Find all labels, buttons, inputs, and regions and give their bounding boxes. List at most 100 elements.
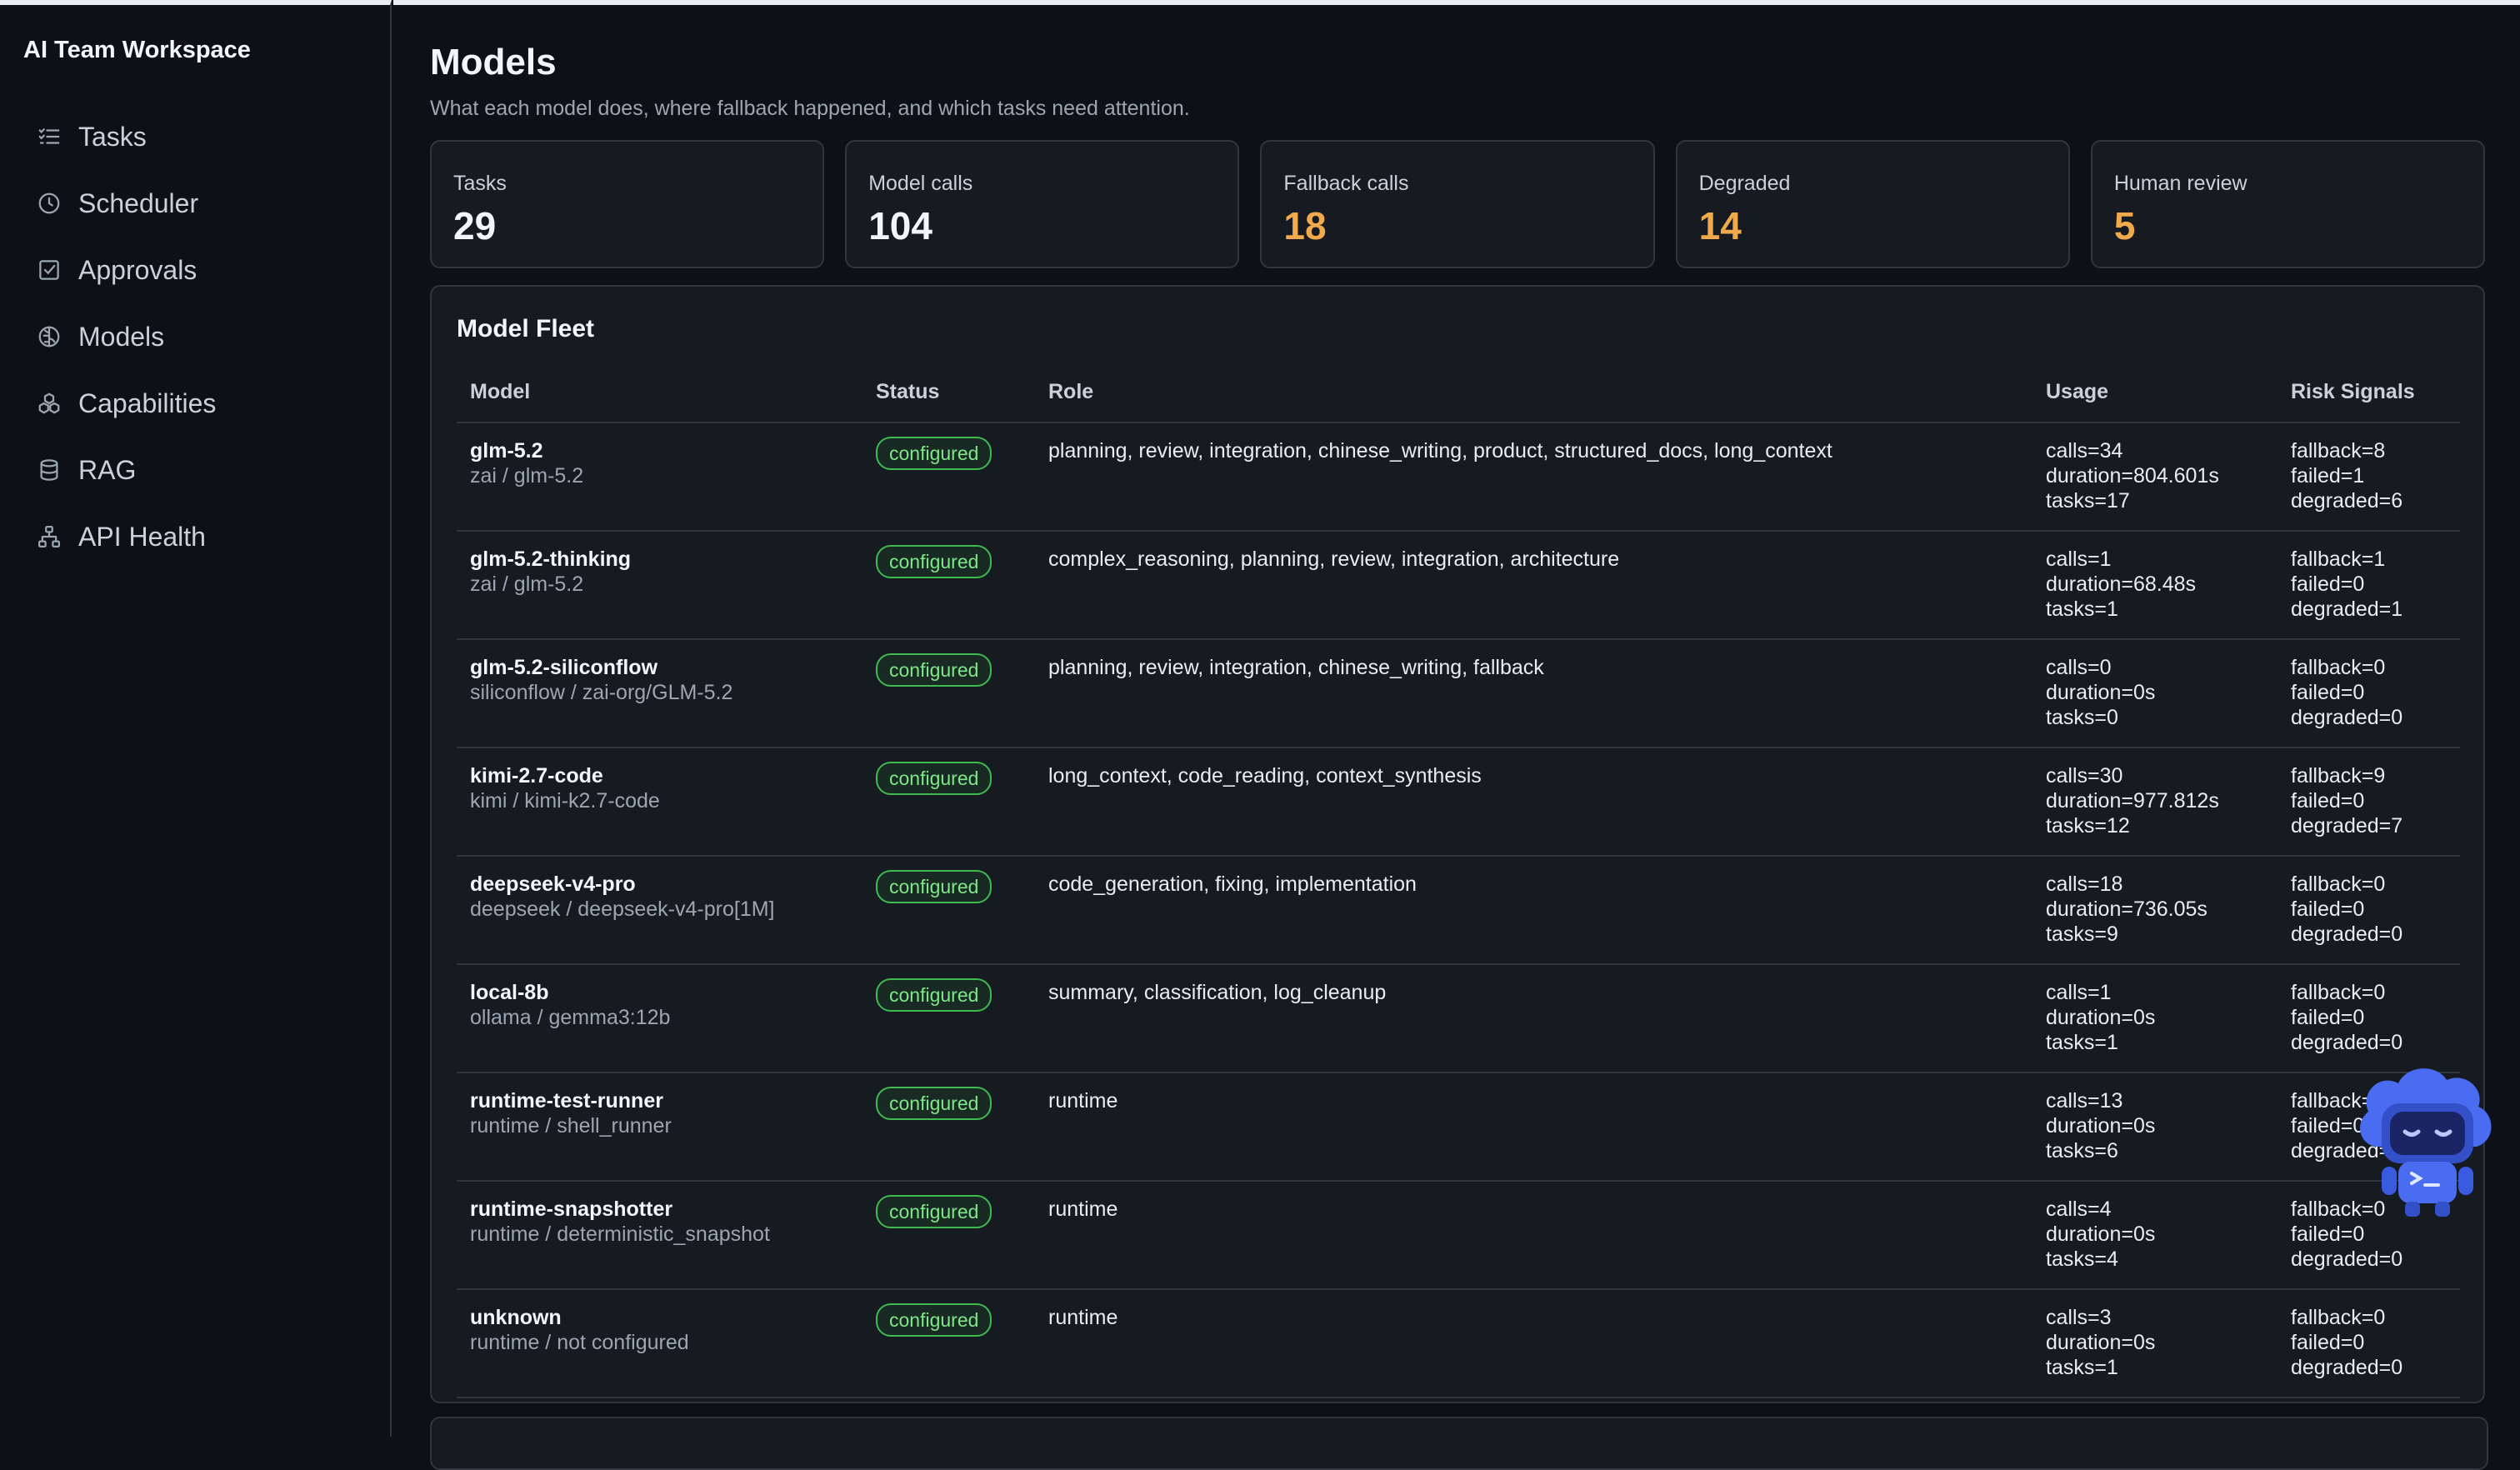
model-cell: deepseek-v4-pro deepseek / deepseek-v4-pr… [457, 856, 862, 965]
tasks-icon [38, 128, 60, 144]
model-cell: runtime-snapshotter runtime / determinist… [457, 1181, 862, 1290]
status-badge: configured [876, 1303, 992, 1337]
sidebar-item-tasks[interactable]: Tasks [37, 103, 216, 170]
risk-fallback: fallback=8 [2291, 439, 2386, 462]
risk-degraded: degraded=0 [2291, 922, 2403, 946]
usage-tasks: tasks=4 [2046, 1248, 2118, 1271]
main-content: Models What each model does, where fallb… [393, 0, 2520, 1437]
sidebar-item-capabilities[interactable]: Capabilities [37, 370, 216, 437]
model-fleet-panel: Model Fleet Model Status Role Usage Risk… [430, 285, 2485, 1403]
risk-degraded: degraded=0 [2291, 1356, 2403, 1379]
usage-duration: duration=736.05s [2046, 898, 2208, 921]
sidebar-item-label: Models [78, 321, 165, 352]
usage-calls: calls=3 [2046, 1306, 2112, 1329]
model-name: runtime-test-runner [470, 1089, 663, 1112]
stat-card-fallback-calls: Fallback calls 18 [1260, 140, 1655, 268]
status-cell: configured [862, 422, 1035, 532]
checkbox-icon [39, 260, 59, 280]
usage-cell: calls=0 duration=0s tasks=0 [2032, 639, 2278, 748]
sidebar-nav: Tasks Scheduler Approvals Models Capabil… [37, 103, 216, 570]
risk-cell: fallback=0 failed=0 degraded=0 [2278, 856, 2460, 965]
model-provider: zai / glm-5.2 [470, 572, 584, 596]
risk-fallback: fallback=9 [2291, 764, 2386, 788]
model-name: unknown [470, 1306, 562, 1329]
status-badge: configured [876, 437, 992, 470]
status-cell: configured [862, 531, 1035, 640]
usage-tasks: tasks=9 [2046, 922, 2118, 946]
model-provider: runtime / not configured [470, 1331, 689, 1354]
table-row: unknown runtime / not configured configure… [457, 1289, 2460, 1398]
model-name: kimi-2.7-code [470, 764, 603, 788]
status-badge: configured [876, 1195, 992, 1228]
status-badge: configured [876, 653, 992, 687]
usage-duration: duration=0s [2046, 1331, 2156, 1354]
role-cell: summary, classification, log_cleanup [1035, 964, 2032, 1073]
table-row: kimi-2.7-code kimi / kimi-k2.7-code config… [457, 748, 2460, 857]
usage-calls: calls=0 [2046, 656, 2112, 679]
usage-duration: duration=804.601s [2046, 464, 2219, 488]
risk-failed: failed=0 [2291, 898, 2365, 921]
risk-failed: failed=0 [2291, 572, 2365, 596]
table-row: runtime-test-runner runtime / shell_runne… [457, 1072, 2460, 1182]
usage-duration: duration=977.812s [2046, 789, 2219, 812]
stat-value: 5 [2113, 204, 2136, 248]
column-header-role: Role [1035, 362, 2032, 423]
usage-tasks: tasks=12 [2046, 814, 2130, 838]
table-header-row: Model Status Role Usage Risk Signals [457, 362, 2460, 423]
model-cell: glm-5.2-thinking zai / glm-5.2 [457, 531, 862, 640]
model-name: glm-5.2-siliconflow [470, 656, 658, 679]
stat-value: 104 [868, 204, 932, 248]
sidebar-item-api-health[interactable]: API Health [37, 503, 216, 570]
stat-value: 29 [453, 204, 497, 248]
sidebar-item-label: API Health [78, 521, 206, 552]
sidebar-item-scheduler[interactable]: Scheduler [37, 170, 216, 237]
table-row: runtime-snapshotter runtime / determinist… [457, 1181, 2460, 1290]
usage-cell: calls=1 duration=0s tasks=1 [2032, 964, 2278, 1073]
stat-card-human-review: Human review 5 [2090, 140, 2486, 268]
role-cell: runtime [1035, 1289, 2032, 1398]
sidebar-item-rag[interactable]: RAG [37, 437, 216, 503]
stats-row: Tasks 29 Model calls 104 Fallback calls … [430, 140, 2486, 268]
model-fleet-table: Model Status Role Usage Risk Signals glm… [457, 362, 2460, 1398]
usage-duration: duration=0s [2046, 1114, 2156, 1138]
risk-fallback: fallback=1 [2291, 548, 2386, 571]
risk-cell: fallback=0 failed=0 degraded=0 [2278, 639, 2460, 748]
clock-icon [38, 192, 60, 214]
sidebar-item-models[interactable]: Models [37, 303, 216, 370]
risk-failed: failed=0 [2291, 1006, 2365, 1029]
model-name: glm-5.2-thinking [470, 548, 632, 571]
model-cell: unknown runtime / not configured [457, 1289, 862, 1398]
usage-cell: calls=18 duration=736.05s tasks=9 [2032, 856, 2278, 965]
model-name: deepseek-v4-pro [470, 872, 636, 896]
stat-card-tasks: Tasks 29 [430, 140, 825, 268]
status-cell: configured [862, 964, 1035, 1073]
sidebar-item-label: Capabilities [78, 388, 217, 418]
status-badge: configured [876, 545, 992, 578]
risk-degraded: degraded=1 [2291, 598, 2403, 621]
sidebar-item-approvals[interactable]: Approvals [37, 237, 216, 303]
column-header-risk-signals: Risk Signals [2278, 362, 2460, 423]
role-cell: long_context, code_reading, context_synt… [1035, 748, 2032, 857]
usage-calls: calls=13 [2046, 1089, 2123, 1112]
risk-cell: fallback=8 failed=1 degraded=6 [2278, 422, 2460, 532]
role-cell: runtime [1035, 1181, 2032, 1290]
risk-cell: fallback=1 failed=0 degraded=1 [2278, 531, 2460, 640]
model-provider: runtime / deterministic_snapshot [470, 1222, 770, 1246]
sidebar: AI Team Workspace Tasks Scheduler Approv… [0, 0, 392, 1437]
panel-title: Model Fleet [457, 315, 595, 342]
role-cell: code_generation, fixing, implementation [1035, 856, 2032, 965]
table-row: glm-5.2 zai / glm-5.2 configured planning, … [457, 422, 2460, 532]
cubes-icon [38, 392, 60, 414]
status-cell: configured [862, 1289, 1035, 1398]
risk-fallback: fallback=0 [2291, 1306, 2386, 1329]
robot-assistant-icon[interactable] [2353, 1055, 2502, 1222]
model-provider: runtime / shell_runner [470, 1114, 672, 1138]
risk-fallback: fallback=0 [2291, 872, 2386, 896]
model-name: glm-5.2 [470, 439, 543, 462]
status-cell: configured [862, 856, 1035, 965]
model-cell: glm-5.2-siliconflow siliconflow / zai-org… [457, 639, 862, 748]
risk-degraded: degraded=0 [2291, 1031, 2403, 1054]
usage-cell: calls=13 duration=0s tasks=6 [2032, 1072, 2278, 1182]
usage-calls: calls=4 [2046, 1198, 2112, 1221]
column-header-model: Model [457, 362, 862, 423]
